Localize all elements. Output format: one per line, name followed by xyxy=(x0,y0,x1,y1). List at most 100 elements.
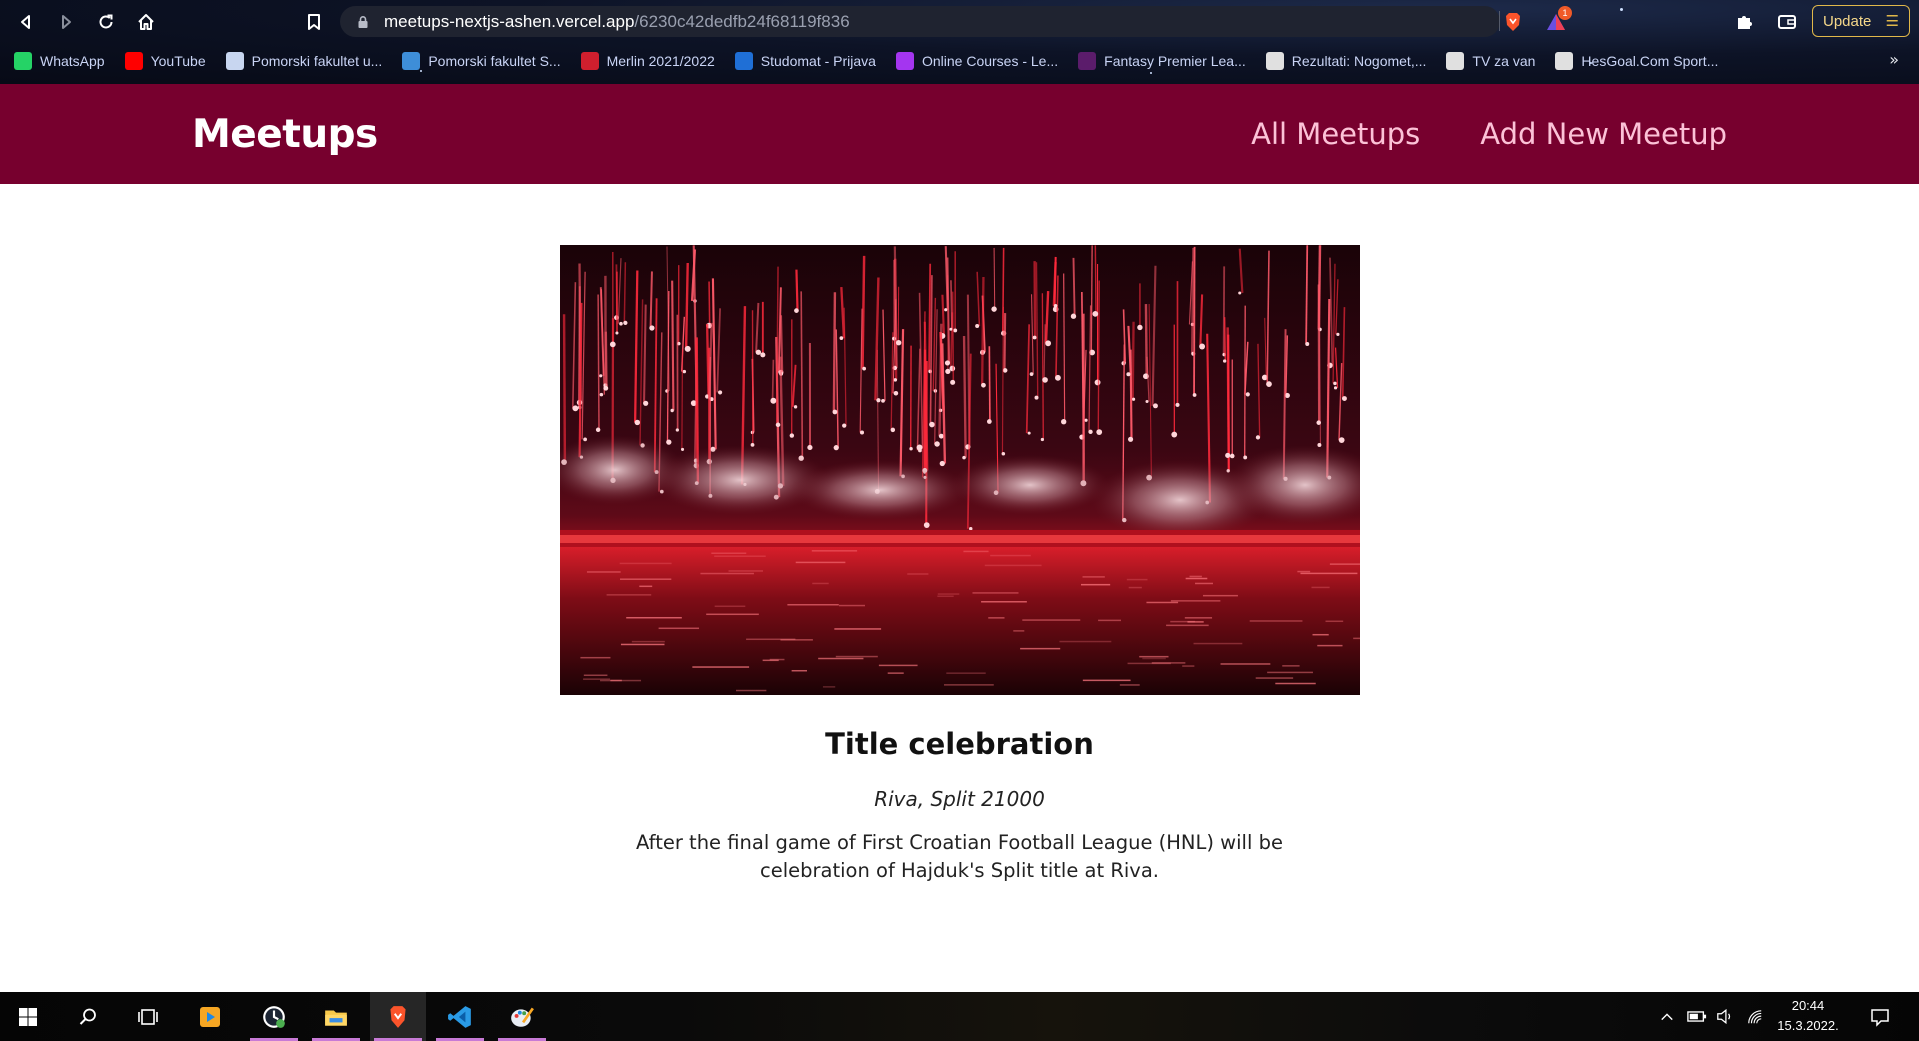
taskbar-clock-app[interactable] xyxy=(246,992,302,1041)
globe-icon xyxy=(1446,52,1465,70)
taskbar-vscode[interactable] xyxy=(432,992,488,1041)
site-logo[interactable]: Meetups xyxy=(192,112,378,157)
bookmark-label: WhatsApp xyxy=(40,53,105,69)
taskbar-file-explorer[interactable] xyxy=(308,992,364,1041)
back-button[interactable] xyxy=(12,8,40,36)
taskbar-paint[interactable] xyxy=(494,992,550,1041)
wallet-icon xyxy=(1778,15,1796,29)
taskbar-brave-browser[interactable] xyxy=(370,992,426,1041)
bookmark-item[interactable]: TV za van xyxy=(1446,52,1535,70)
browser-chrome: meetups-nextjs-ashen.vercel.app/6230c42d… xyxy=(0,0,1919,84)
bookmark-item[interactable]: WhatsApp xyxy=(14,52,105,70)
update-label: Update xyxy=(1823,12,1872,30)
bookmark-label: Pomorski fakultet u... xyxy=(251,53,383,69)
media-player-icon xyxy=(200,1006,220,1027)
home-icon xyxy=(138,14,154,30)
url-text: meetups-nextjs-ashen.vercel.app/6230c42d… xyxy=(384,12,850,32)
lock-icon xyxy=(358,15,368,28)
forward-button[interactable] xyxy=(52,8,80,36)
start-icon xyxy=(19,1007,37,1026)
bookmark-label: Fantasy Premier Lea... xyxy=(1104,53,1246,69)
bookmark-item[interactable]: Pomorski fakultet u... xyxy=(225,52,383,70)
meetup-image xyxy=(559,245,1360,695)
bookmark-label: Studomat - Prijava xyxy=(760,53,876,69)
studomat-icon xyxy=(734,52,753,70)
taskbar-media-player[interactable] xyxy=(182,992,238,1041)
bookmark-label: Rezultati: Nogomet,... xyxy=(1291,53,1427,69)
bookmark-label: TV za van xyxy=(1472,53,1536,69)
brave-browser-icon xyxy=(390,1005,406,1028)
main-nav: All Meetups Add New Meetup xyxy=(1251,117,1727,151)
file-explorer-icon xyxy=(325,1010,347,1026)
network-button[interactable] xyxy=(1742,992,1768,1041)
faculty-globe-icon xyxy=(402,52,421,70)
brave-lion-icon xyxy=(1506,13,1520,31)
youtube-icon xyxy=(124,52,143,70)
brave-rewards-button[interactable]: 1 xyxy=(1543,6,1572,35)
menu-icon: ☰ xyxy=(1885,13,1899,30)
extensions-button[interactable] xyxy=(1732,9,1758,35)
bookmark-label: Online Courses - Le... xyxy=(921,53,1059,69)
speaker-icon xyxy=(1717,1009,1731,1024)
rewards-badge: 1 xyxy=(1558,6,1572,20)
task-view-icon xyxy=(138,1008,158,1025)
bookmark-icon xyxy=(308,14,320,30)
action-center-button[interactable] xyxy=(1862,992,1898,1041)
url-path: /6230c42dedfb24f68119f836 xyxy=(634,11,850,31)
meetup-address: Riva, Split 21000 xyxy=(874,787,1045,811)
bookmark-item[interactable]: Merlin 2021/2022 xyxy=(580,52,715,70)
search-button[interactable] xyxy=(60,992,116,1041)
bookmark-item[interactable]: YouTube xyxy=(124,52,206,70)
bookmark-item[interactable]: HesGoal.Com Sport... xyxy=(1555,52,1718,70)
clock-date: 15.3.2022. xyxy=(1777,1018,1839,1033)
start-button[interactable] xyxy=(0,992,56,1041)
bookmark-item[interactable]: Rezultati: Nogomet,... xyxy=(1265,52,1427,70)
battery-button[interactable] xyxy=(1684,992,1710,1041)
bookmark-item[interactable]: Studomat - Prijava xyxy=(734,52,876,70)
meetup-title: Title celebration xyxy=(825,727,1094,761)
faculty-icon xyxy=(225,52,244,70)
bookmarks-bar: WhatsApp YouTube Pomorski fakultet u... Pom… xyxy=(0,46,1919,76)
brave-shields-button[interactable] xyxy=(1500,9,1526,35)
task-view-button[interactable] xyxy=(120,992,176,1041)
bookmark-item[interactable]: Fantasy Premier Lea... xyxy=(1078,52,1246,70)
chevron-up-icon xyxy=(1661,1012,1673,1020)
wallet-button[interactable] xyxy=(1774,9,1800,35)
volume-button[interactable] xyxy=(1712,992,1738,1041)
whatsapp-icon xyxy=(14,52,32,70)
forward-arrow-icon xyxy=(62,15,71,29)
nav-all-meetups-link[interactable]: All Meetups xyxy=(1251,117,1420,151)
udemy-icon xyxy=(895,52,914,70)
bookmarks-overflow-icon[interactable]: » xyxy=(1889,50,1899,69)
bookmark-label: Merlin 2021/2022 xyxy=(606,53,715,69)
address-bar[interactable]: meetups-nextjs-ashen.vercel.app/6230c42d… xyxy=(340,6,1500,37)
tray-overflow-button[interactable] xyxy=(1654,992,1680,1041)
bookmark-label: YouTube xyxy=(150,53,206,69)
meetup-detail: Title celebration Riva, Split 21000 Afte… xyxy=(0,184,1919,885)
reload-button[interactable] xyxy=(92,8,120,36)
wifi-icon xyxy=(1748,1009,1762,1023)
windows-taskbar: 20:44 15.3.2022. xyxy=(0,992,1919,1041)
meetup-description: After the final game of First Croatian F… xyxy=(636,831,1283,882)
bookmark-label: HesGoal.Com Sport... xyxy=(1581,53,1719,69)
site-header: Meetups All Meetups Add New Meetup xyxy=(0,84,1919,184)
update-button[interactable]: Update ☰ xyxy=(1812,5,1910,37)
bookmark-button[interactable] xyxy=(300,8,328,36)
system-clock[interactable]: 20:44 15.3.2022. xyxy=(1770,996,1846,1036)
puzzle-icon xyxy=(1738,16,1752,29)
results-icon xyxy=(1265,52,1284,70)
url-host: meetups-nextjs-ashen.vercel.app xyxy=(384,11,635,31)
bookmark-label: Pomorski fakultet S... xyxy=(428,53,561,69)
browser-toolbar: meetups-nextjs-ashen.vercel.app/6230c42d… xyxy=(0,0,1919,44)
web-page: Meetups All Meetups Add New Meetup Title… xyxy=(0,84,1919,992)
vscode-icon xyxy=(448,1005,471,1028)
battery-icon xyxy=(1687,1011,1707,1022)
home-button[interactable] xyxy=(132,8,160,36)
bookmark-item[interactable]: Online Courses - Le... xyxy=(895,52,1059,70)
merlin-icon xyxy=(580,52,599,70)
nav-add-new-meetup-link[interactable]: Add New Meetup xyxy=(1480,117,1727,151)
search-icon xyxy=(79,1008,96,1025)
paint-icon xyxy=(511,1007,534,1027)
notification-icon xyxy=(1871,1008,1889,1027)
bookmark-item[interactable]: Pomorski fakultet S... xyxy=(402,52,561,70)
